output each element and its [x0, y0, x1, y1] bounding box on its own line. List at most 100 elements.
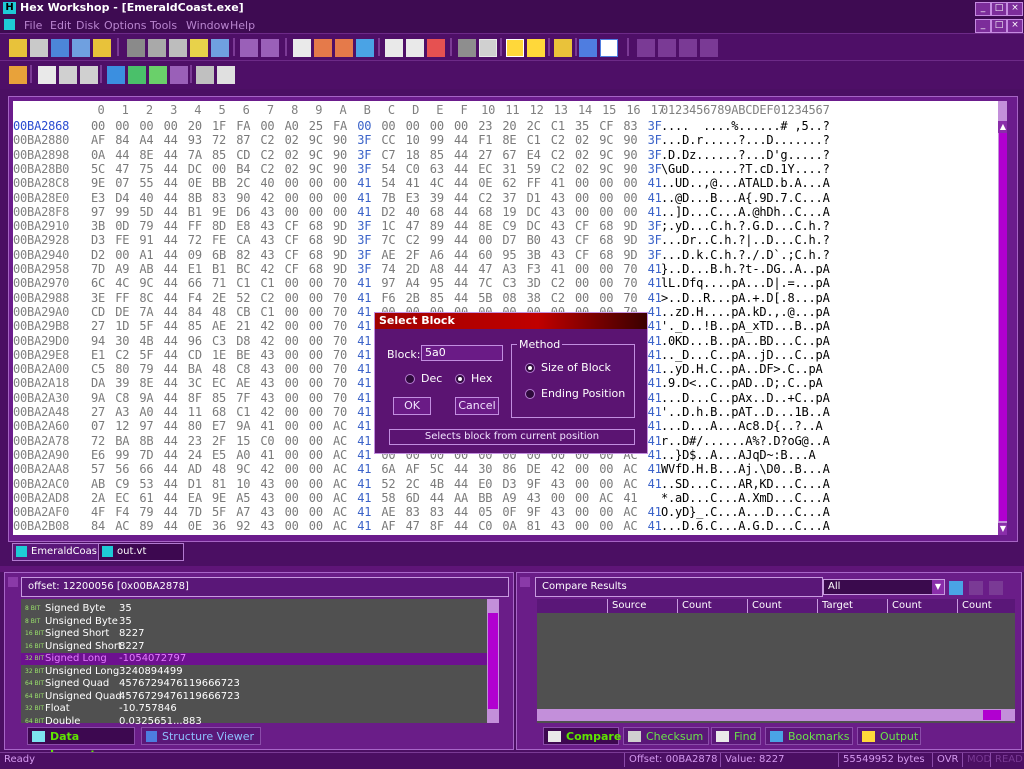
- tab-compare[interactable]: Compare: [543, 727, 621, 745]
- chevron-down-icon[interactable]: ▼: [932, 580, 944, 594]
- hex-byte[interactable]: C1: [551, 119, 565, 133]
- hex-byte[interactable]: 41: [357, 491, 371, 505]
- hex-byte[interactable]: 00: [309, 176, 323, 190]
- ascii-text[interactable]: ..}D$..A...AJqD~:B...A: [661, 448, 816, 462]
- hex-byte[interactable]: 41: [551, 262, 565, 276]
- hex-byte[interactable]: 80: [188, 419, 202, 433]
- hex-byte[interactable]: 43: [527, 491, 541, 505]
- hex-byte[interactable]: 68: [599, 233, 613, 247]
- hex-byte[interactable]: 0F: [502, 505, 516, 519]
- hex-byte[interactable]: 44: [115, 148, 129, 162]
- hex-byte[interactable]: 00: [575, 519, 589, 533]
- hex-byte[interactable]: 00: [309, 205, 323, 219]
- hex-byte[interactable]: 9C: [139, 276, 153, 290]
- add-icon[interactable]: [149, 66, 167, 84]
- hex-byte[interactable]: C0: [406, 162, 420, 176]
- hex-byte[interactable]: 00: [599, 505, 613, 519]
- check-icon[interactable]: [107, 66, 125, 84]
- hex-byte[interactable]: 43: [260, 391, 274, 405]
- hex-byte[interactable]: 85: [212, 148, 226, 162]
- hex-byte[interactable]: 90: [333, 162, 347, 176]
- hex-byte[interactable]: AF: [381, 519, 395, 533]
- hex-byte[interactable]: 0A: [91, 148, 105, 162]
- hex-byte[interactable]: 41: [260, 448, 274, 462]
- hex-byte[interactable]: CA: [236, 233, 250, 247]
- hex-byte[interactable]: 91: [139, 233, 153, 247]
- ascii-text[interactable]: ...D.r.....?...D.......?: [661, 133, 830, 147]
- hex-byte[interactable]: 41: [648, 348, 662, 362]
- hex-byte[interactable]: 00: [599, 276, 613, 290]
- hex-byte[interactable]: BA: [188, 362, 202, 376]
- hex-byte[interactable]: C1: [236, 405, 250, 419]
- hex-byte[interactable]: A4: [139, 133, 153, 147]
- hex-byte[interactable]: 9E: [91, 176, 105, 190]
- hex-byte[interactable]: E1: [188, 262, 202, 276]
- hex-byte[interactable]: F3: [527, 262, 541, 276]
- hex-byte[interactable]: CC: [381, 133, 395, 147]
- hex-byte[interactable]: 3F: [648, 133, 662, 147]
- inspector-row[interactable]: 16 BIT Unsigned Short 8227: [21, 641, 487, 653]
- hex-byte[interactable]: 1E: [212, 348, 226, 362]
- doc-minimize-button[interactable]: _: [975, 19, 991, 33]
- hex-byte[interactable]: 00: [599, 191, 613, 205]
- hex-byte[interactable]: 93: [188, 133, 202, 147]
- hex-byte[interactable]: 42: [260, 334, 274, 348]
- hex-byte[interactable]: 19: [502, 205, 516, 219]
- hex-byte[interactable]: 00: [285, 334, 299, 348]
- ascii-text[interactable]: .._D...C..pA..jD...C..pA: [661, 348, 830, 362]
- hex-byte[interactable]: AC: [333, 505, 347, 519]
- hex-byte[interactable]: 41: [260, 419, 274, 433]
- redo-icon[interactable]: [261, 39, 279, 57]
- hex-byte[interactable]: 41: [648, 519, 662, 533]
- hex-byte[interactable]: 68: [309, 233, 323, 247]
- hex-byte[interactable]: 00: [575, 477, 589, 491]
- hex-byte[interactable]: DC: [527, 205, 541, 219]
- compare-icon[interactable]: [479, 39, 497, 57]
- hex-byte[interactable]: 00: [285, 462, 299, 476]
- hex-byte[interactable]: A3: [115, 405, 129, 419]
- dec-radio[interactable]: [405, 374, 415, 384]
- hex-byte[interactable]: 02: [285, 148, 299, 162]
- hex-byte[interactable]: 43: [551, 205, 565, 219]
- hex-byte[interactable]: 44: [454, 162, 468, 176]
- hex-byte[interactable]: 43: [551, 505, 565, 519]
- hex-byte[interactable]: 5C: [91, 162, 105, 176]
- inspector-row[interactable]: 16 BIT Signed Short 8227: [21, 628, 487, 640]
- grid-icon[interactable]: [170, 66, 188, 84]
- hex-byte[interactable]: 44: [454, 205, 468, 219]
- hex-byte[interactable]: 8F: [430, 519, 444, 533]
- hex-byte[interactable]: BB: [212, 176, 226, 190]
- hex-byte[interactable]: E7: [212, 419, 226, 433]
- hex-byte[interactable]: 75: [139, 162, 153, 176]
- compare-hscrollbar[interactable]: [537, 709, 1015, 721]
- hex-byte[interactable]: EC: [115, 491, 129, 505]
- hex-byte[interactable]: 41: [357, 191, 371, 205]
- chart-icon[interactable]: [554, 39, 572, 57]
- hex-byte[interactable]: 00: [309, 505, 323, 519]
- hex-byte[interactable]: 30: [478, 462, 492, 476]
- ascii-text[interactable]: .D.Dz......?...D'g.....?: [661, 148, 830, 162]
- hex-byte[interactable]: 2C: [527, 119, 541, 133]
- hammer-icon[interactable]: [9, 66, 27, 84]
- hex-byte[interactable]: 43: [551, 477, 565, 491]
- hex-byte[interactable]: C2: [115, 348, 129, 362]
- hex-byte[interactable]: 41: [648, 362, 662, 376]
- hex-byte[interactable]: 00: [575, 491, 589, 505]
- hex-byte[interactable]: 97: [91, 205, 105, 219]
- hex-byte[interactable]: 90: [623, 148, 637, 162]
- hex-byte[interactable]: 1C: [381, 219, 395, 233]
- nav-last-icon[interactable]: [700, 39, 718, 57]
- hex-byte[interactable]: 90: [333, 133, 347, 147]
- hex-byte[interactable]: 41: [648, 176, 662, 190]
- hex-byte[interactable]: 9C: [599, 148, 613, 162]
- hex-byte[interactable]: A0: [236, 448, 250, 462]
- hex-byte[interactable]: 9C: [309, 148, 323, 162]
- hex-byte[interactable]: B1: [188, 205, 202, 219]
- find-prev-icon[interactable]: [335, 39, 353, 57]
- hex-byte[interactable]: 40: [260, 176, 274, 190]
- hex-byte[interactable]: C0: [478, 519, 492, 533]
- hex-byte[interactable]: 44: [454, 276, 468, 290]
- hex-byte[interactable]: 44: [164, 477, 178, 491]
- hex-byte[interactable]: 48: [212, 362, 226, 376]
- hex-byte[interactable]: FF: [115, 291, 129, 305]
